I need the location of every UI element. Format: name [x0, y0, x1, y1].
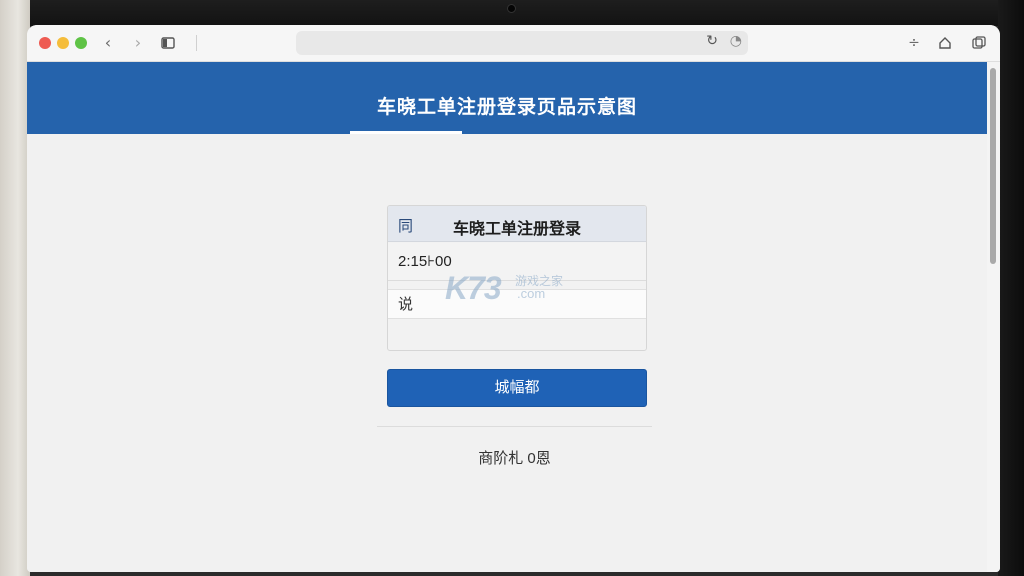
- vertical-scrollbar[interactable]: [987, 62, 1000, 572]
- screen-bezel-right: [998, 0, 1024, 576]
- screen-bezel-left: [0, 0, 30, 576]
- sidebar-icon[interactable]: [159, 33, 177, 53]
- watermark-logo: K73: [445, 270, 502, 306]
- toolbar-separator: [196, 35, 197, 51]
- footer-divider: [377, 426, 652, 427]
- extension-icon[interactable]: ◔: [730, 33, 742, 49]
- close-window-button[interactable]: [39, 37, 51, 49]
- footer-link[interactable]: 商阶札 0恩: [377, 447, 652, 468]
- scrollbar-thumb[interactable]: [990, 68, 996, 264]
- active-tab-indicator: [350, 131, 462, 134]
- address-bar[interactable]: ↻ ◔: [296, 31, 748, 55]
- k73-watermark: K73 游戏之家 .com: [445, 270, 585, 310]
- reload-icon[interactable]: ↻: [706, 33, 718, 49]
- home-icon[interactable]: [936, 33, 954, 53]
- zoom-window-button[interactable]: [75, 37, 87, 49]
- forward-icon[interactable]: ›: [130, 33, 146, 53]
- login-card-header: 同 车晓工单注册登录: [388, 206, 646, 242]
- browser-window: ‹ › ↻ ◔ ÷ 车晓工单注册登录页品示意图 同 车晓工单注册登录 2:15⊦…: [27, 25, 1000, 572]
- back-icon[interactable]: ‹: [100, 33, 116, 53]
- watermark-domain: .com: [517, 286, 546, 301]
- page-header: 车晓工单注册登录页品示意图: [27, 62, 987, 134]
- submit-button[interactable]: 城幅都: [387, 369, 647, 407]
- browser-toolbar: ‹ › ↻ ◔ ÷: [27, 25, 1000, 62]
- screen-bezel-top: [0, 0, 1024, 26]
- web-page: 车晓工单注册登录页品示意图 同 车晓工单注册登录 2:15⊦00 说 城幅都 商…: [27, 62, 987, 572]
- minimize-window-button[interactable]: [57, 37, 69, 49]
- share-icon[interactable]: ÷: [907, 33, 921, 53]
- camera: [507, 4, 516, 13]
- page-title: 车晓工单注册登录页品示意图: [376, 97, 637, 118]
- tabs-icon[interactable]: [970, 33, 988, 53]
- login-card-title: 车晓工单注册登录: [452, 221, 581, 238]
